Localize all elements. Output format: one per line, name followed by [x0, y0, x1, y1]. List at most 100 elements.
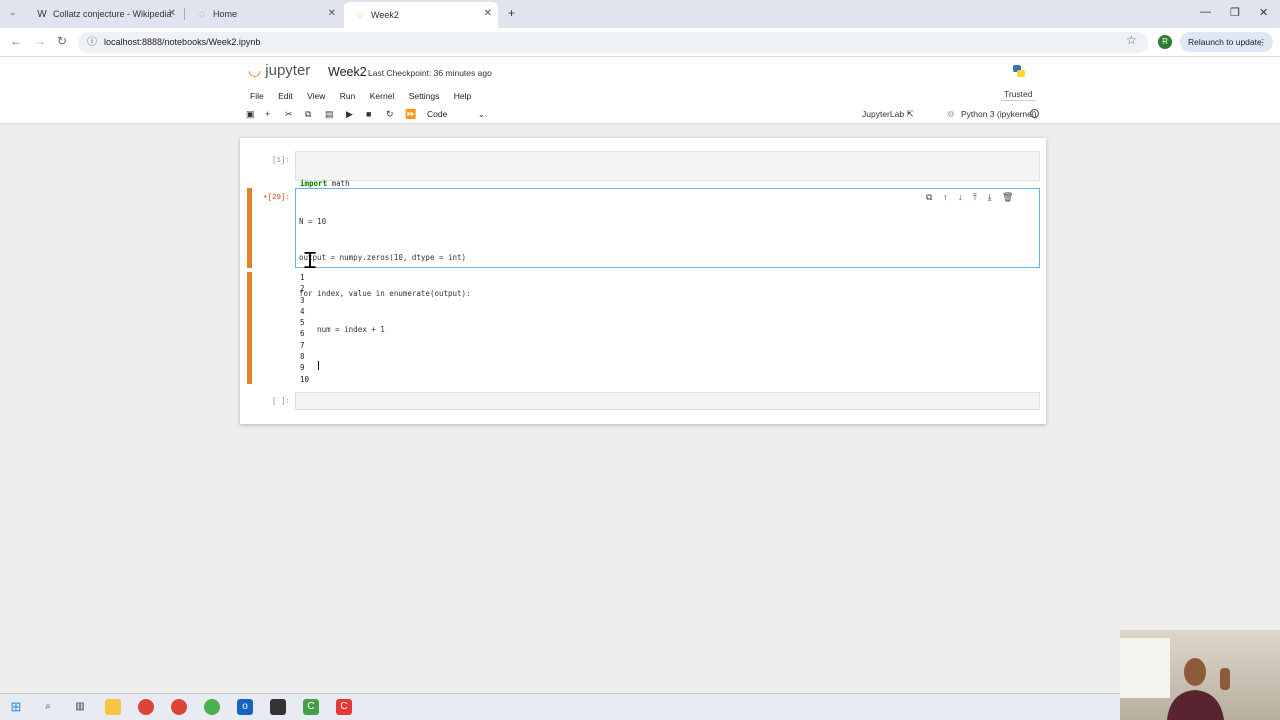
address-bar-row: ← → ↻ ⓘ localhost:8888/notebooks/Week2.i…: [0, 28, 1280, 57]
new-tab-icon[interactable]: +: [508, 6, 515, 20]
reload-icon[interactable]: ↻: [57, 34, 67, 48]
python-logo-icon: [1013, 65, 1025, 77]
code-line: for index, value in enumerate(output):: [299, 289, 471, 298]
duplicate-cell-icon[interactable]: ⧉: [926, 192, 932, 202]
restore-icon[interactable]: ❐: [1230, 6, 1240, 19]
cell-3-prompt: [ ]:: [271, 398, 290, 406]
checkpoint-status: Last Checkpoint: 36 minutes ago: [368, 68, 492, 78]
menu-kernel[interactable]: Kernel: [370, 91, 395, 101]
external-link-icon: ⇱: [906, 109, 914, 119]
kernel-label: Python 3 (ipykernel): [961, 109, 1037, 119]
tab-week2[interactable]: ◌ Week2 ✕: [344, 2, 498, 28]
save-icon[interactable]: ▣: [246, 109, 255, 120]
move-down-icon[interactable]: ↓: [958, 192, 963, 202]
presenter-image: [1167, 658, 1230, 720]
relaunch-button[interactable]: Relaunch to update ⋮: [1180, 32, 1273, 52]
close-tab-icon[interactable]: ✕: [328, 8, 336, 19]
chrome-profile-icon[interactable]: [171, 699, 187, 715]
cell-2-output: 1 2 3 4 5 6 7 8 9 10: [300, 272, 309, 385]
cut-icon[interactable]: ✂: [285, 109, 293, 120]
gear-icon: ⚙: [947, 109, 955, 119]
browser-tab-bar: ⌄ W Collatz conjecture - Wikipedia ✕ ◌ H…: [0, 0, 1280, 28]
keyword: import: [300, 179, 328, 188]
menu-bar: File Edit View Run Kernel Settings Help: [250, 91, 483, 101]
chevron-down-icon: ⌄: [477, 109, 485, 119]
jupyterlab-label: JupyterLab: [862, 109, 905, 119]
url-text: localhost:8888/notebooks/Week2.ipynb: [104, 37, 261, 47]
jupyter-icon: ◡: [248, 62, 262, 79]
notebook-toolbar: ▣ + ✂ ⧉ ▤ ▶ ■ ↻ ⏩ Code ⌄ JupyterLab ⇱ ⚙ …: [0, 105, 1280, 124]
tab-home[interactable]: ◌ Home ✕: [186, 2, 342, 26]
output-line: 7: [300, 340, 305, 350]
tab-title: Home: [213, 9, 238, 19]
menu-help[interactable]: Help: [454, 91, 471, 101]
trusted-badge[interactable]: Trusted: [1001, 89, 1036, 101]
outlook-icon[interactable]: o: [237, 699, 253, 715]
output-line: 3: [300, 295, 305, 305]
logo-text: jupyter: [265, 62, 311, 79]
task-view-icon[interactable]: ▥: [72, 699, 88, 715]
run-all-icon[interactable]: ⏩: [405, 109, 416, 120]
terminal-icon[interactable]: [270, 699, 286, 715]
restart-icon[interactable]: ↻: [386, 109, 394, 120]
bookmark-star-icon[interactable]: ☆: [1126, 33, 1137, 47]
stop-icon[interactable]: ■: [366, 109, 371, 119]
output-collapse-bar[interactable]: [247, 272, 252, 384]
back-icon[interactable]: ←: [10, 34, 22, 48]
close-window-icon[interactable]: ✕: [1259, 6, 1268, 19]
jupyter-icon: ◌: [199, 8, 205, 20]
kernel-status-icon: [1030, 109, 1039, 118]
delete-cell-icon[interactable]: 🗑: [1002, 192, 1013, 202]
tab-wikipedia[interactable]: W Collatz conjecture - Wikipedia ✕: [26, 2, 182, 26]
code-line: output = numpy.zeros(10, dtype = int): [299, 253, 467, 262]
copy-icon[interactable]: ⧉: [305, 109, 311, 120]
cell-toolbar: ⧉ ↑ ↓ ⤒ ⤓ 🗑: [926, 192, 1013, 203]
search-icon[interactable]: ⌕: [40, 699, 56, 715]
output-line: 4: [300, 306, 305, 316]
cell-1-input[interactable]: [295, 151, 1040, 181]
tab-title: Week2: [371, 10, 399, 20]
menu-settings[interactable]: Settings: [409, 91, 440, 101]
kernel-name[interactable]: ⚙ Python 3 (ipykernel): [947, 109, 1037, 120]
chrome-alt-icon[interactable]: [204, 699, 220, 715]
chrome-icon[interactable]: [138, 699, 154, 715]
cell-1-prompt: [1]:: [271, 157, 290, 165]
menu-file[interactable]: File: [250, 91, 264, 101]
minimize-icon[interactable]: —: [1200, 6, 1211, 18]
forward-icon[interactable]: →: [34, 34, 46, 48]
run-icon[interactable]: ▶: [346, 109, 353, 120]
add-cell-icon[interactable]: +: [265, 109, 270, 119]
tab-search-icon[interactable]: ⌄: [9, 7, 17, 18]
more-menu-icon[interactable]: ⋮: [1259, 32, 1268, 52]
site-info-icon[interactable]: ⓘ: [87, 32, 97, 53]
text-cursor-icon: Ｉ: [299, 249, 322, 274]
move-up-icon[interactable]: ↑: [943, 192, 948, 202]
camtasia-recorder-icon[interactable]: C: [336, 699, 352, 715]
webcam-overlay: [1120, 630, 1280, 720]
url-input[interactable]: ⓘ localhost:8888/notebooks/Week2.ipynb: [78, 32, 1148, 53]
windows-start-icon[interactable]: ⊞: [8, 699, 24, 715]
code-line: N = 10: [299, 217, 327, 226]
cell-3-input[interactable]: [295, 392, 1040, 410]
menu-run[interactable]: Run: [340, 91, 356, 101]
insert-above-icon[interactable]: ⤒: [973, 192, 977, 202]
code-line: [299, 360, 471, 372]
notebook-title[interactable]: Week2: [328, 65, 367, 79]
menu-edit[interactable]: Edit: [278, 91, 293, 101]
cell-selection-bar[interactable]: [247, 188, 252, 268]
cell-type-select[interactable]: Code ⌄: [427, 109, 485, 120]
camtasia-icon[interactable]: C: [303, 699, 319, 715]
menu-view[interactable]: View: [307, 91, 325, 101]
insert-below-icon[interactable]: ⤓: [987, 192, 991, 202]
close-tab-icon[interactable]: ✕: [484, 8, 492, 19]
close-tab-icon[interactable]: ✕: [168, 8, 176, 19]
paste-icon[interactable]: ▤: [325, 109, 334, 120]
wikipedia-icon: W: [37, 8, 47, 20]
jupyterlab-link[interactable]: JupyterLab ⇱: [862, 109, 914, 120]
jupyter-logo[interactable]: ◡ jupyter: [248, 61, 310, 79]
profile-avatar[interactable]: R: [1158, 35, 1172, 49]
file-explorer-icon[interactable]: [105, 699, 121, 715]
windows-taskbar: ⊞ ⌕ ▥ o C C: [0, 693, 1280, 720]
tab-title: Collatz conjecture - Wikipedia: [53, 9, 172, 19]
code-line: num = index + 1: [299, 325, 385, 334]
